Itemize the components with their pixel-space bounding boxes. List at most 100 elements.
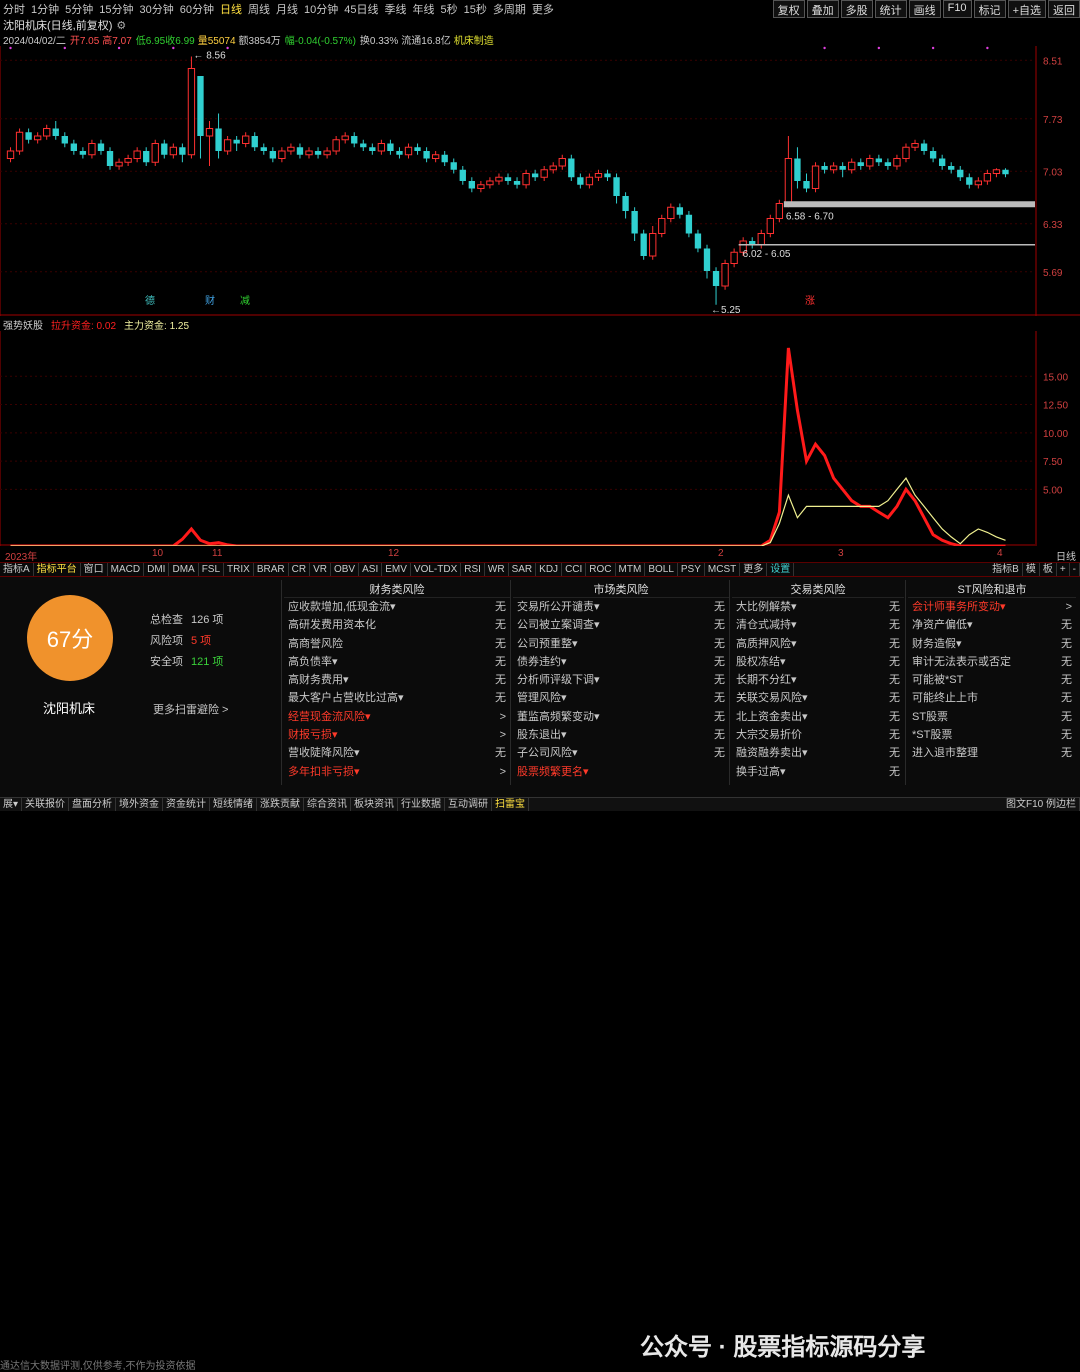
indicator-tab-6[interactable]: FSL bbox=[199, 563, 225, 576]
indicator-tab-25[interactable]: 更多 bbox=[740, 563, 768, 576]
period-tab-8[interactable]: 月线 bbox=[273, 1, 301, 17]
risk-item[interactable]: 大宗交易折价 无 bbox=[732, 726, 904, 744]
risk-item[interactable]: 关联交易风险▾ 无 bbox=[732, 689, 904, 707]
risk-item[interactable]: 北上资金卖出▾ 无 bbox=[732, 708, 904, 726]
indicator-tab-22[interactable]: BOLL bbox=[645, 563, 678, 576]
period-tab-7[interactable]: 周线 bbox=[245, 1, 273, 17]
risk-item[interactable]: 股权冻结▾ 无 bbox=[732, 653, 904, 671]
risk-item[interactable]: 分析师评级下调▾ 无 bbox=[513, 671, 729, 689]
period-tab-16[interactable]: 更多 bbox=[529, 1, 557, 17]
risk-item[interactable]: 长期不分红▾ 无 bbox=[732, 671, 904, 689]
indicator-tab-15[interactable]: RSI bbox=[461, 563, 485, 576]
risk-item[interactable]: 财务造假▾ 无 bbox=[908, 635, 1076, 653]
bottom-tab-1[interactable]: 关联报价 bbox=[22, 798, 70, 811]
risk-item[interactable]: 净资产偏低▾ 无 bbox=[908, 616, 1076, 634]
bottom-tab-5[interactable]: 短线情绪 bbox=[210, 798, 258, 811]
indicator-tab-17[interactable]: SAR bbox=[509, 563, 537, 576]
tool-button-3[interactable]: 统计 bbox=[874, 0, 907, 18]
event-mark[interactable]: 财 bbox=[205, 294, 215, 307]
period-tab-13[interactable]: 5秒 bbox=[438, 1, 461, 17]
risk-item[interactable]: 审计无法表示或否定 无 bbox=[908, 653, 1076, 671]
risk-item[interactable]: 换手过高▾ 无 bbox=[732, 763, 904, 781]
period-tab-14[interactable]: 15秒 bbox=[461, 1, 490, 17]
risk-item[interactable]: 会计师事务所变动▾ > bbox=[908, 598, 1076, 616]
risk-item[interactable]: 高财务费用▾ 无 bbox=[284, 671, 510, 689]
period-tab-6[interactable]: 日线 bbox=[217, 1, 245, 17]
risk-item[interactable]: 大比例解禁▾ 无 bbox=[732, 598, 904, 616]
indicator-tab-3[interactable]: MACD bbox=[108, 563, 145, 576]
bottom-tab-4[interactable]: 资金统计 bbox=[163, 798, 211, 811]
indicator-tab-8[interactable]: BRAR bbox=[254, 563, 289, 576]
bottom-tab-2[interactable]: 盘面分析 bbox=[69, 798, 117, 811]
bottom-right[interactable]: 图文F10 例边栏 bbox=[1003, 798, 1080, 811]
tool-button-4[interactable]: 画线 bbox=[908, 0, 941, 18]
period-tab-9[interactable]: 10分钟 bbox=[301, 1, 341, 17]
risk-item[interactable]: 董监高频繁变动▾ 无 bbox=[513, 708, 729, 726]
indicator-tab-26[interactable]: 设置 bbox=[767, 563, 795, 576]
indicator-tab-23[interactable]: PSY bbox=[678, 563, 705, 576]
bottom-tab-11[interactable]: 扫雷宝 bbox=[492, 798, 530, 811]
period-tab-3[interactable]: 15分钟 bbox=[96, 1, 136, 17]
tool-button-5[interactable]: F10 bbox=[942, 0, 972, 18]
indicator-right-3[interactable]: + bbox=[1057, 563, 1070, 576]
period-tab-12[interactable]: 年线 bbox=[410, 1, 438, 17]
tool-button-0[interactable]: 复权 bbox=[772, 0, 805, 18]
indicator-tab-14[interactable]: VOL-TDX bbox=[411, 563, 462, 576]
bottom-tab-6[interactable]: 涨跌贡献 bbox=[257, 798, 305, 811]
risk-item[interactable]: 高负债率▾ 无 bbox=[284, 653, 510, 671]
event-mark[interactable]: 德 bbox=[145, 294, 155, 307]
tool-button-1[interactable]: 叠加 bbox=[806, 0, 839, 18]
risk-item[interactable]: 多年扣非亏损▾ > bbox=[284, 763, 510, 781]
period-tab-15[interactable]: 多周期 bbox=[490, 1, 529, 17]
bottom-tab-0[interactable]: 展▾ bbox=[0, 798, 23, 811]
tool-button-7[interactable]: +自选 bbox=[1007, 0, 1046, 18]
indicator-tab-20[interactable]: ROC bbox=[586, 563, 616, 576]
risk-item[interactable]: 股东退出▾ 无 bbox=[513, 726, 729, 744]
tool-button-8[interactable]: 返回 bbox=[1048, 0, 1080, 18]
more-scan-link[interactable]: 更多扫雷避险 > bbox=[153, 701, 228, 717]
risk-item[interactable]: 子公司风险▾ 无 bbox=[513, 744, 729, 762]
risk-item[interactable]: 交易所公开谴责▾ 无 bbox=[513, 598, 729, 616]
indicator-tab-11[interactable]: OBV bbox=[331, 563, 360, 576]
risk-item[interactable]: 债券违约▾ 无 bbox=[513, 653, 729, 671]
period-tab-1[interactable]: 1分钟 bbox=[28, 1, 62, 17]
indicator-tab-16[interactable]: WR bbox=[485, 563, 509, 576]
risk-item[interactable]: 股票频繁更名▾ bbox=[513, 763, 729, 781]
period-tab-10[interactable]: 45日线 bbox=[341, 1, 381, 17]
indicator-tab-1[interactable]: 指标平台 bbox=[34, 563, 81, 576]
tool-button-6[interactable]: 标记 bbox=[973, 0, 1006, 18]
risk-item[interactable]: 高商誉风险 无 bbox=[284, 635, 510, 653]
indicator-chart[interactable]: 15.00 12.50 10.00 7.50 5.00 bbox=[0, 331, 1080, 546]
indicator-tab-9[interactable]: CR bbox=[289, 563, 311, 576]
tool-button-2[interactable]: 多股 bbox=[840, 0, 873, 18]
risk-item[interactable]: 融资融券卖出▾ 无 bbox=[732, 744, 904, 762]
risk-item[interactable]: 清仓式减持▾ 无 bbox=[732, 616, 904, 634]
indicator-tab-2[interactable]: 窗口 bbox=[81, 563, 108, 576]
indicator-tab-7[interactable]: TRIX bbox=[224, 563, 254, 576]
indicator-right-4[interactable]: - bbox=[1070, 563, 1080, 576]
risk-item[interactable]: 公司预重整▾ 无 bbox=[513, 635, 729, 653]
risk-item[interactable]: 进入退市整理 无 bbox=[908, 744, 1076, 762]
risk-item[interactable]: *ST股票 无 bbox=[908, 726, 1076, 744]
period-tab-11[interactable]: 季线 bbox=[382, 1, 410, 17]
risk-item[interactable]: 应收款增加,低现金流▾ 无 bbox=[284, 598, 510, 616]
indicator-tab-12[interactable]: ASI bbox=[359, 563, 383, 576]
candlestick-chart[interactable]: 8.51 7.73 7.03 6.33 5.69 ← 8.56 ←5.25 6.58 - 6.… bbox=[0, 46, 1080, 316]
indicator-tab-21[interactable]: MTM bbox=[616, 563, 646, 576]
bottom-tab-7[interactable]: 综合资讯 bbox=[304, 798, 352, 811]
indicator-tab-18[interactable]: KDJ bbox=[536, 563, 563, 576]
indicator-right-1[interactable]: 模 bbox=[1023, 563, 1040, 576]
risk-item[interactable]: ST股票 无 bbox=[908, 708, 1076, 726]
indicator-tab-10[interactable]: VR bbox=[310, 563, 331, 576]
risk-item[interactable]: 经营现金流风险▾ > bbox=[284, 708, 510, 726]
bottom-tab-10[interactable]: 互动调研 bbox=[445, 798, 493, 811]
settings-gear-icon[interactable]: ⚙ bbox=[116, 19, 126, 32]
period-tab-5[interactable]: 60分钟 bbox=[177, 1, 217, 17]
indicator-right-2[interactable]: 板 bbox=[1040, 563, 1057, 576]
risk-item[interactable]: 公司被立案调查▾ 无 bbox=[513, 616, 729, 634]
indicator-tab-5[interactable]: DMA bbox=[169, 563, 199, 576]
bottom-tab-8[interactable]: 板块资讯 bbox=[351, 798, 399, 811]
bottom-tab-9[interactable]: 行业数据 bbox=[398, 798, 446, 811]
period-tab-4[interactable]: 30分钟 bbox=[137, 1, 177, 17]
indicator-tab-4[interactable]: DMI bbox=[144, 563, 170, 576]
